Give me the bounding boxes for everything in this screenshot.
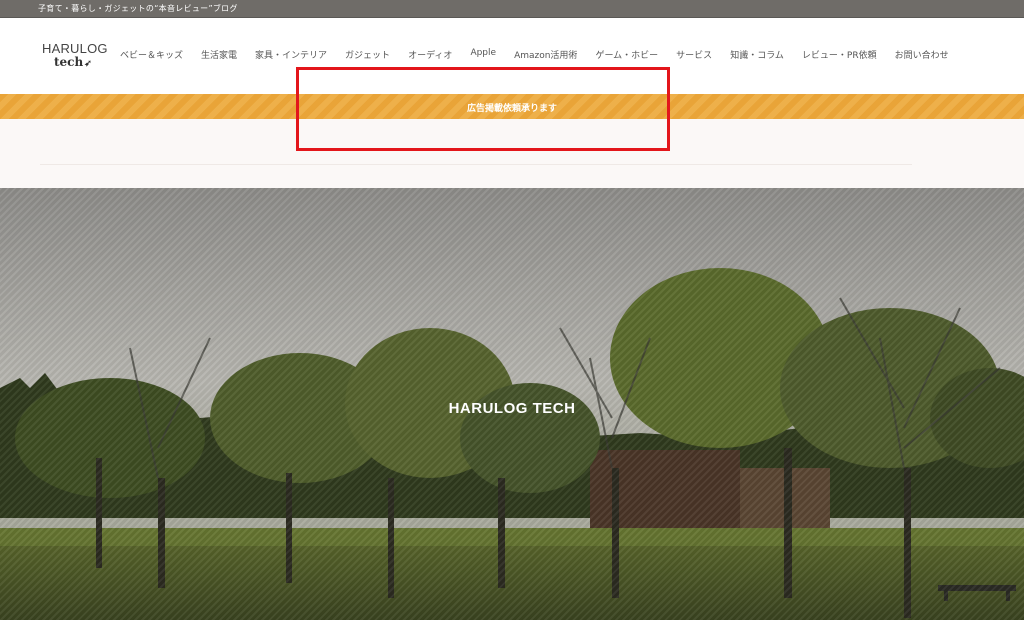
nav-item-apple[interactable]: Apple [470,48,496,61]
logo-text-main: HARULOG [42,41,108,56]
nav-item-audio[interactable]: オーディオ [408,48,452,61]
global-nav: ベビー＆キッズ 生活家電 家具・インテリア ガジェット オーディオ Apple … [120,48,967,61]
nav-item-gadgets[interactable]: ガジェット [345,48,390,61]
nav-item-furniture[interactable]: 家具・インテリア [255,48,327,61]
hero-section: HARULOG TECH [0,188,1024,620]
nav-item-column[interactable]: 知識・コラム [730,48,784,61]
nav-item-services[interactable]: サービス [676,48,712,61]
annotation-highlight-box [296,67,670,151]
nav-item-review-request[interactable]: レビュー・PR依頼 [802,48,877,61]
bird-icon: ➶ [84,59,92,69]
logo-text-sub: tech➶ [54,56,102,71]
nav-item-appliances[interactable]: 生活家電 [201,48,237,61]
divider [40,164,912,165]
top-bar: 子育て・暮らし・ガジェットの“本音レビュー”ブログ [0,0,1024,18]
site-logo[interactable]: HARULOG tech➶ [42,41,108,72]
nav-item-baby-kids[interactable]: ベビー＆キッズ [120,48,183,61]
site-tagline: 子育て・暮らし・ガジェットの“本音レビュー”ブログ [38,4,238,13]
logo-tech-label: tech [54,55,84,69]
nav-item-contact[interactable]: お問い合わせ [895,48,949,61]
nav-item-games[interactable]: ゲーム・ホビー [595,48,658,61]
hero-title: HARULOG TECH [448,400,576,417]
nav-item-amazon[interactable]: Amazon活用術 [514,48,577,61]
